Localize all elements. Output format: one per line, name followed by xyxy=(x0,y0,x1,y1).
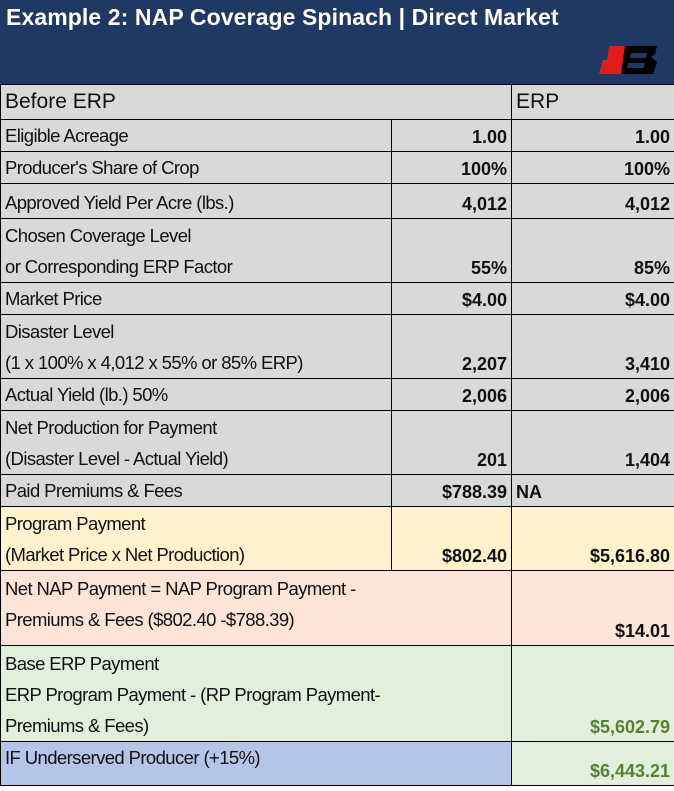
before-erp-value: 4,012 xyxy=(390,183,513,219)
underserved-row: IF Underserved Producer (+15%) $6,443.21 xyxy=(0,741,674,786)
before-erp-value: $802.40 xyxy=(390,506,513,571)
row-label: Actual Yield (lb.) 50% xyxy=(0,378,392,411)
erp-value: 4,012 xyxy=(511,183,674,219)
erp-value: 1,404 xyxy=(511,410,674,475)
table-row: Disaster Level (1 x 100% x 4,012 x 55% or… xyxy=(0,314,674,379)
row-label: Net NAP Payment = NAP Program Payment - P… xyxy=(0,570,513,646)
row-label: Base ERP Payment ERP Program Payment - (R… xyxy=(0,645,513,742)
row-label-line: Disaster Level xyxy=(5,321,114,342)
before-erp-value: 201 xyxy=(390,410,513,475)
row-label: Producer's Share of Crop xyxy=(0,151,392,184)
before-erp-value: 2,006 xyxy=(390,378,513,411)
erp-value: 100% xyxy=(511,151,674,184)
base-erp-row: Base ERP Payment ERP Program Payment - (R… xyxy=(0,645,674,742)
before-erp-header: Before ERP xyxy=(0,84,513,120)
row-label: Chosen Coverage Level or Corresponding ER… xyxy=(0,218,392,283)
before-erp-value: $788.39 xyxy=(390,474,513,507)
row-label-line: ERP Program Payment - (RP Program Paymen… xyxy=(5,684,381,705)
erp-value: 3,410 xyxy=(511,314,674,379)
row-label-line: Net Production for Payment xyxy=(5,417,217,438)
row-label-line: Chosen Coverage Level xyxy=(5,225,191,246)
table-row: Paid Premiums & Fees $788.39 NA xyxy=(0,474,674,507)
comparison-table: Before ERP ERP Eligible Acreage 1.00 1.00 P… xyxy=(0,84,674,786)
row-label: Eligible Acreage xyxy=(0,119,392,152)
fsa-logo-icon xyxy=(599,46,657,74)
column-header-row: Before ERP ERP xyxy=(0,84,674,120)
table-row: Actual Yield (lb.) 50% 2,006 2,006 xyxy=(0,378,674,411)
net-nap-row: Net NAP Payment = NAP Program Payment - P… xyxy=(0,570,674,646)
row-label: Paid Premiums & Fees xyxy=(0,474,392,507)
row-label: Program Payment (Market Price x Net Produ… xyxy=(0,506,392,571)
row-label: Approved Yield Per Acre (lbs.) xyxy=(0,183,392,219)
row-label-line: or Corresponding ERP Factor xyxy=(5,256,233,277)
row-label: IF Underserved Producer (+15%) xyxy=(0,741,513,786)
row-label-line: Approved Yield Per Acre (lbs.) xyxy=(5,192,234,213)
row-label-line: Market Price xyxy=(5,288,102,309)
page-title: Example 2: NAP Coverage Spinach | Direct… xyxy=(6,4,559,30)
row-label-line: Base ERP Payment xyxy=(5,653,159,674)
row-label-line: (Market Price x Net Production) xyxy=(5,544,245,565)
row-label-line: (1 x 100% x 4,012 x 55% or 85% ERP) xyxy=(5,352,303,373)
row-label-line: Paid Premiums & Fees xyxy=(5,480,183,501)
row-label-line: (Disaster Level - Actual Yield) xyxy=(5,448,229,469)
row-label-line: Eligible Acreage xyxy=(5,125,129,146)
table-row: Producer's Share of Crop 100% 100% xyxy=(0,151,674,184)
row-label-line: Actual Yield (lb.) 50% xyxy=(5,384,168,405)
before-erp-value: 55% xyxy=(390,218,513,283)
row-label: Market Price xyxy=(0,282,392,315)
table-row: Program Payment (Market Price x Net Produ… xyxy=(0,506,674,571)
base-erp-value: $5,602.79 xyxy=(511,645,674,742)
underserved-value: $6,443.21 xyxy=(511,741,674,786)
erp-value: 1.00 xyxy=(511,119,674,152)
table-row: Eligible Acreage 1.00 1.00 xyxy=(0,119,674,152)
erp-value: 2,006 xyxy=(511,378,674,411)
net-nap-value: $14.01 xyxy=(511,570,674,646)
erp-header: ERP xyxy=(511,84,674,120)
table-row: Net Production for Payment (Disaster Leve… xyxy=(0,410,674,475)
row-label: Disaster Level (1 x 100% x 4,012 x 55% or… xyxy=(0,314,392,379)
row-label-line: Net NAP Payment = NAP Program Payment - xyxy=(5,578,356,599)
row-label: Net Production for Payment (Disaster Leve… xyxy=(0,410,392,475)
row-label-line: Producer's Share of Crop xyxy=(5,157,199,178)
before-erp-value: 2,207 xyxy=(390,314,513,379)
table-row: Market Price $4.00 $4.00 xyxy=(0,282,674,315)
erp-value: $4.00 xyxy=(511,282,674,315)
erp-value: 85% xyxy=(511,218,674,283)
title-bar: Example 2: NAP Coverage Spinach | Direct… xyxy=(0,0,674,84)
table-row: Chosen Coverage Level or Corresponding ER… xyxy=(0,218,674,283)
row-label-line: IF Underserved Producer (+15%) xyxy=(5,747,261,768)
nap-example-sheet: Example 2: NAP Coverage Spinach | Direct… xyxy=(0,0,674,791)
row-label-line: Premiums & Fees ($802.40 -$788.39) xyxy=(5,609,295,630)
before-erp-value: 100% xyxy=(390,151,513,184)
before-erp-value: 1.00 xyxy=(390,119,513,152)
erp-value: $5,616.80 xyxy=(511,506,674,571)
row-label-line: Program Payment xyxy=(5,513,146,534)
row-label-line: Premiums & Fees) xyxy=(5,715,149,736)
before-erp-value: $4.00 xyxy=(390,282,513,315)
table-row: Approved Yield Per Acre (lbs.) 4,012 4,012 xyxy=(0,183,674,219)
erp-value: NA xyxy=(511,474,674,507)
